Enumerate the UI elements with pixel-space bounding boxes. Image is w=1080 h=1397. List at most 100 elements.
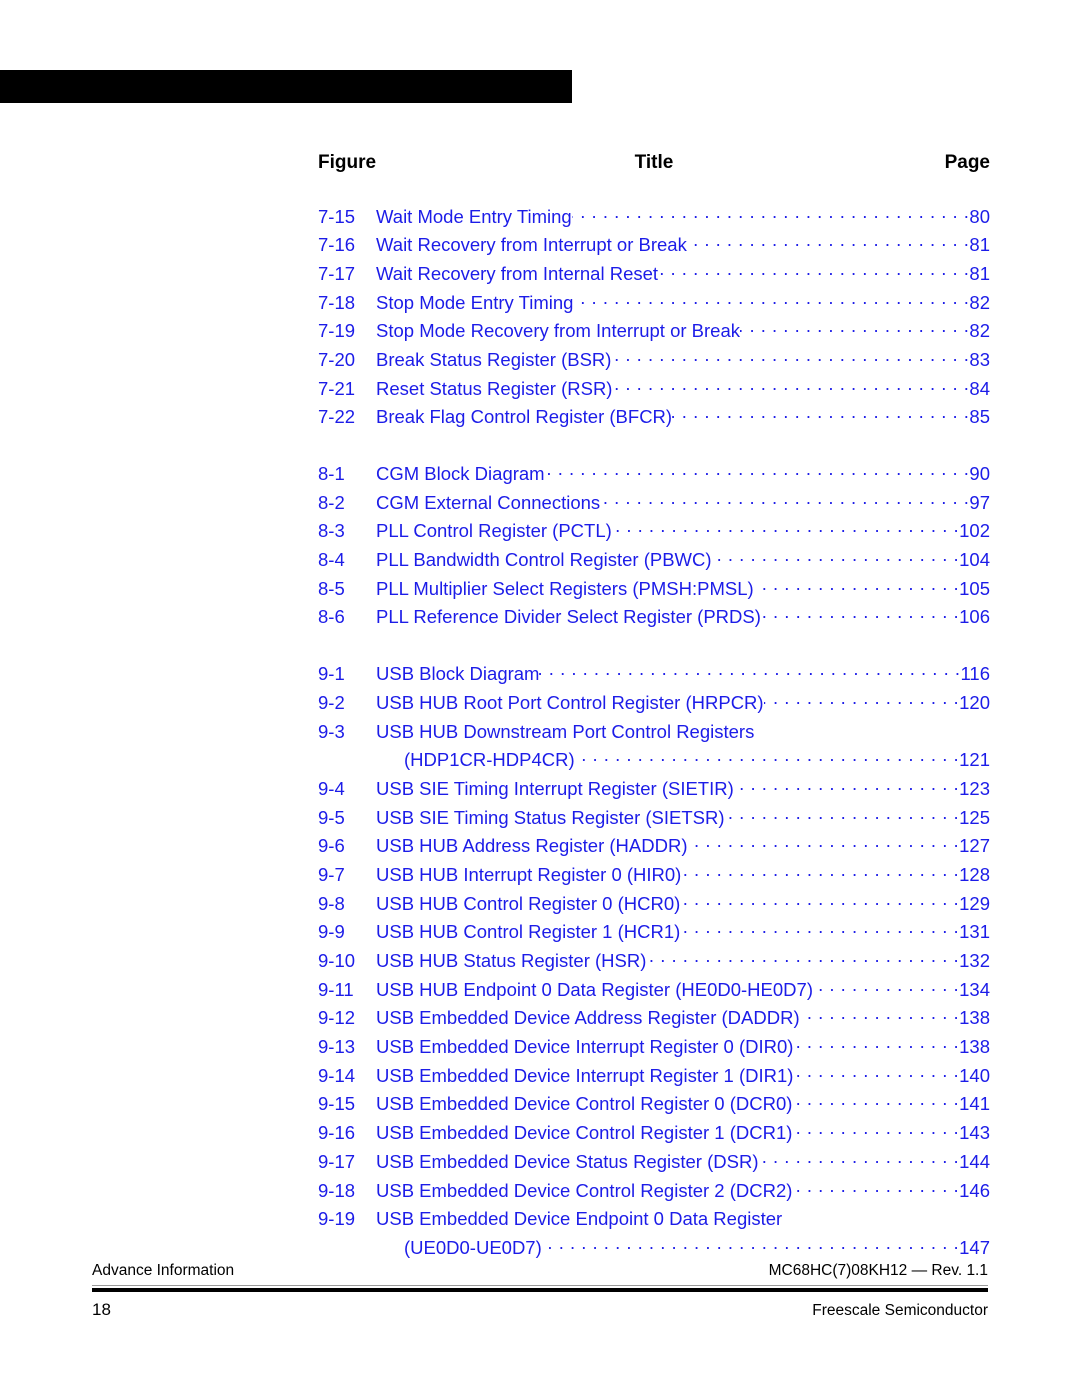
toc-entry[interactable]: (HDP1CR-HDP4CR) 121 [318,748,990,777]
toc-entry[interactable]: 7-19 Stop Mode Recovery from Interrupt or… [318,319,990,348]
figure-title: USB Embedded Device Interrupt Register 1… [376,1064,794,1086]
toc-entry[interactable]: 7-21 Reset Status Register (RSR) 84 [318,376,990,405]
toc-entry[interactable]: 9-12 USB Embedded Device Address Register… [318,1006,990,1035]
toc-entry[interactable]: 9-11 USB HUB Endpoint 0 Data Register (HE… [318,977,990,1006]
figure-number: 7-22 [318,406,356,428]
toc-entry[interactable]: 8-1 CGM Block Diagram 90 [318,462,990,491]
footer-bottom-row: 18 Freescale Semiconductor [92,1292,988,1320]
figure-title: USB HUB Control Register 1 (HCR1) [376,921,681,943]
figure-entry: USB Embedded Device Control Register 2 (… [376,1178,990,1202]
leader-dots [782,1207,990,1226]
toc-entry[interactable]: 9-16 USB Embedded Device Control Register… [318,1121,990,1150]
figure-page-number: 127 [959,835,990,857]
toc-entry[interactable]: 8-6 PLL Reference Divider Select Register… [318,605,990,634]
figure-number: 7-19 [318,320,356,342]
figure-title: Wait Recovery from Interrupt or Break [376,234,687,256]
figure-page-number: 146 [959,1179,990,1201]
figure-number: 9-13 [318,1036,356,1058]
leader-dots [800,1006,960,1025]
figure-entry: (HDP1CR-HDP4CR) 121 [376,748,990,772]
figure-page-number: 82 [969,320,990,342]
figure-page-number: 121 [959,749,990,771]
toc-entry[interactable]: 9-14 USB Embedded Device Interrupt Regist… [318,1063,990,1092]
toc-entry[interactable]: 9-9 USB HUB Control Register 1 (HCR1) 131 [318,920,990,949]
figure-title: CGM External Connections [376,491,601,513]
toc-entry[interactable]: 7-22 Break Flag Control Register (BFCR) 85 [318,405,990,434]
figure-entry: USB Block Diagram 116 [376,662,990,686]
toc-entry[interactable]: 8-4 PLL Bandwidth Control Register (PBWC)… [318,548,990,577]
toc-entry[interactable]: 9-8 USB HUB Control Register 0 (HCR0) 129 [318,891,990,920]
toc-entry[interactable]: 7-18 Stop Mode Entry Timing 82 [318,290,990,319]
toc-chapter-group: 7-15 Wait Mode Entry Timing 80 7-16 Wait Rec… [318,204,990,434]
figure-page-number: 120 [959,691,990,713]
toc-entry[interactable]: 8-2 CGM External Connections 97 [318,490,990,519]
leader-dots [658,261,969,280]
leader-dots [813,977,959,996]
column-header-page: Page [944,152,990,173]
leader-dots [792,1092,959,1111]
figure-title: USB HUB Address Register (HADDR) [376,835,688,857]
figure-number: 7-20 [318,348,356,370]
figure-title: USB Block Diagram [376,663,540,685]
figure-entry: USB HUB Endpoint 0 Data Register (HE0D0-… [376,977,990,1001]
toc-entry[interactable]: 7-17 Wait Recovery from Internal Reset 81 [318,261,990,290]
figure-page-number: 147 [959,1236,990,1258]
figure-page-number: 144 [959,1150,990,1172]
figure-title: USB Embedded Device Control Register 1 (… [376,1122,793,1144]
figure-entry: CGM External Connections 97 [376,490,990,514]
figure-entry: Wait Recovery from Internal Reset 81 [376,261,990,285]
leader-dots [793,1035,959,1054]
leader-dots [612,519,959,538]
toc-entry[interactable]: (UE0D0-UE0D7) 147 [318,1235,990,1264]
figure-entry: Break Status Register (BSR) 83 [376,347,990,371]
toc-entry[interactable]: 8-3 PLL Control Register (PCTL) 102 [318,519,990,548]
figure-number: 9-9 [318,921,345,943]
figure-number: 9-6 [318,835,345,857]
toc-entry[interactable]: 9-10 USB HUB Status Register (HSR) 132 [318,949,990,978]
figure-entry: USB Embedded Device Control Register 0 (… [376,1092,990,1116]
leader-dots [758,1149,959,1168]
figure-entry: Break Flag Control Register (BFCR) 85 [376,405,990,429]
figure-number: 9-11 [318,978,354,1000]
toc-entry[interactable]: 9-19 USB Embedded Device Endpoint 0 Data … [318,1207,990,1236]
figure-number: 8-6 [318,606,345,628]
toc-entry[interactable]: 9-13 USB Embedded Device Interrupt Regist… [318,1035,990,1064]
toc-entry[interactable]: 9-5 USB SIE Timing Status Register (SIETS… [318,805,990,834]
leader-dots [672,405,969,424]
figure-page-number: 82 [969,291,990,313]
toc-entry[interactable]: 9-3 USB HUB Downstream Port Control Regis… [318,719,990,748]
toc-entry[interactable]: 9-1 USB Block Diagram 116 [318,662,990,691]
figure-number: 9-15 [318,1093,356,1115]
figure-number: 7-17 [318,262,356,284]
toc-entry[interactable]: 9-7 USB HUB Interrupt Register 0 (HIR0) 12… [318,862,990,891]
figure-number: 9-7 [318,863,345,885]
figure-entry: USB Embedded Device Address Register (DA… [376,1006,990,1030]
toc-entry[interactable]: 9-2 USB HUB Root Port Control Register (H… [318,690,990,719]
toc-entry[interactable]: 7-15 Wait Mode Entry Timing 80 [318,204,990,233]
toc-entry[interactable]: 7-20 Break Status Register (BSR) 83 [318,347,990,376]
figure-title: USB HUB Status Register (HSR) [376,950,647,971]
toc-entry[interactable]: 9-17 USB Embedded Device Status Register … [318,1149,990,1178]
figure-page-number: 132 [959,950,990,971]
figure-entry: Reset Status Register (RSR) 84 [376,376,990,400]
figure-title: Wait Mode Entry Timing [376,205,572,227]
leader-dots [754,576,959,595]
leader-dots [734,776,959,795]
figure-entry: Stop Mode Entry Timing 82 [376,290,990,314]
toc-entry[interactable]: 9-18 USB Embedded Device Control Register… [318,1178,990,1207]
leader-dots [740,319,969,338]
figure-page-number: 81 [969,262,990,284]
figure-entry: USB SIE Timing Interrupt Register (SIETI… [376,776,990,800]
toc-chapter-group: 8-1 CGM Block Diagram 90 8-2 CGM External Co… [318,462,990,634]
toc-entry[interactable]: 9-4 USB SIE Timing Interrupt Register (SI… [318,776,990,805]
figure-page-number: 129 [959,892,990,914]
figure-page-number: 83 [969,348,990,370]
figure-page-number: 138 [959,1007,990,1029]
toc-entry[interactable]: 9-15 USB Embedded Device Control Register… [318,1092,990,1121]
figure-page-number: 85 [969,406,990,428]
leader-dots [573,290,969,309]
toc-entry[interactable]: 8-5 PLL Multiplier Select Registers (PMSH… [318,576,990,605]
figure-title: USB Embedded Device Interrupt Register 0… [376,1036,794,1058]
toc-entry[interactable]: 7-16 Wait Recovery from Interrupt or Brea… [318,233,990,262]
toc-entry[interactable]: 9-6 USB HUB Address Register (HADDR) 127 [318,834,990,863]
